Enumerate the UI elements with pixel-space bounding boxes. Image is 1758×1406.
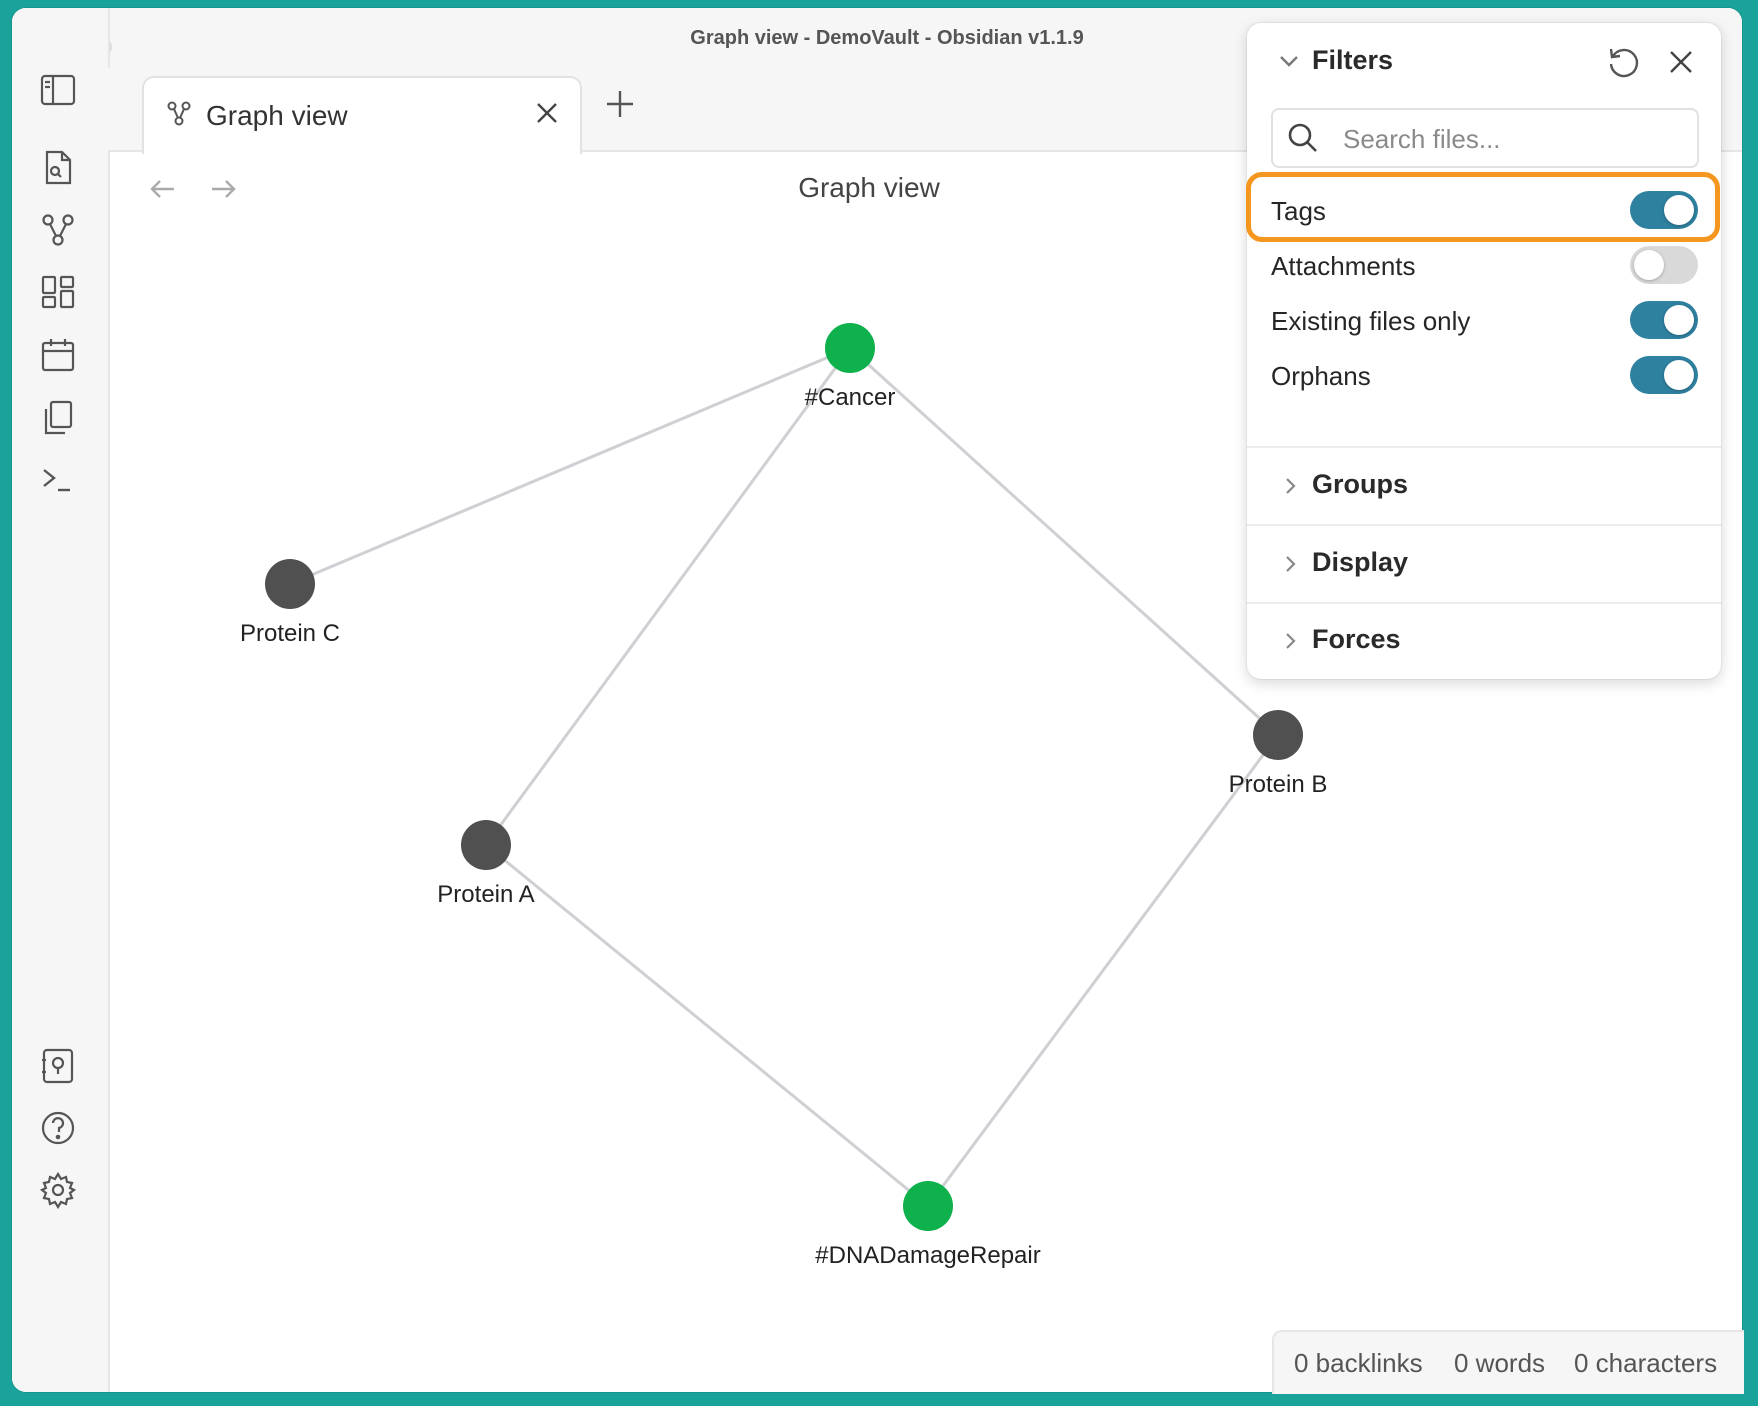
chevron-right-icon bbox=[1279, 630, 1301, 652]
quick-switcher-icon[interactable] bbox=[38, 148, 78, 188]
search-input[interactable] bbox=[1341, 118, 1685, 160]
graph-view-icon[interactable] bbox=[38, 210, 78, 250]
existing-files-label: Existing files only bbox=[1271, 306, 1471, 336]
graph-node-circle[interactable] bbox=[903, 1181, 953, 1231]
daily-note-calendar-icon[interactable] bbox=[38, 335, 78, 375]
sidebar-toggle-icon[interactable] bbox=[38, 70, 78, 110]
word-count: 0 words bbox=[1454, 1348, 1546, 1378]
tags-highlight-annotation bbox=[1246, 172, 1720, 242]
graph-node-circle[interactable] bbox=[461, 820, 511, 870]
graph-node-circle[interactable] bbox=[265, 559, 315, 609]
graph-node-label: Protein C bbox=[240, 620, 340, 647]
orphans-label: Orphans bbox=[1271, 361, 1371, 391]
tab-label: Graph view bbox=[206, 100, 348, 131]
section-label: Forces bbox=[1312, 624, 1401, 654]
attachments-toggle[interactable] bbox=[1630, 246, 1698, 284]
settings-gear-icon[interactable] bbox=[38, 1170, 78, 1210]
section-display[interactable]: Display bbox=[1247, 529, 1721, 599]
existing-files-toggle[interactable] bbox=[1630, 301, 1698, 339]
divider bbox=[1247, 446, 1721, 448]
left-ribbon bbox=[12, 8, 110, 1392]
close-tab-icon[interactable] bbox=[532, 98, 562, 128]
toggle-knob bbox=[1664, 305, 1694, 335]
command-palette-icon[interactable] bbox=[38, 460, 78, 500]
filters-header[interactable]: Filters bbox=[1247, 23, 1721, 93]
graph-node-circle[interactable] bbox=[825, 323, 875, 373]
restore-default-icon[interactable] bbox=[1605, 44, 1641, 80]
graph-icon bbox=[164, 98, 194, 128]
filters-panel: Filters Tags Attachments Existing files … bbox=[1247, 23, 1721, 679]
graph-node-label: Protein B bbox=[1229, 771, 1328, 798]
filter-row-existing-files[interactable]: Existing files only bbox=[1247, 292, 1721, 348]
help-icon[interactable] bbox=[38, 1108, 78, 1148]
character-count: 0 characters bbox=[1574, 1348, 1718, 1378]
section-forces[interactable]: Forces bbox=[1247, 606, 1721, 676]
canvas-icon[interactable] bbox=[38, 272, 78, 312]
divider bbox=[1247, 524, 1721, 526]
chevron-right-icon bbox=[1279, 553, 1301, 575]
tab-graph-view[interactable]: Graph view bbox=[142, 76, 582, 154]
toggle-knob bbox=[1664, 360, 1694, 390]
new-tab-plus-icon[interactable] bbox=[602, 86, 638, 122]
section-groups[interactable]: Groups bbox=[1247, 451, 1721, 521]
toggle-knob bbox=[1634, 250, 1664, 280]
divider bbox=[1247, 602, 1721, 604]
templates-icon[interactable] bbox=[38, 398, 78, 438]
status-bar: 0 backlinks 0 words 0 characters bbox=[1272, 1330, 1744, 1394]
chevron-down-icon[interactable] bbox=[1277, 49, 1301, 73]
filter-row-orphans[interactable]: Orphans bbox=[1247, 347, 1721, 403]
close-icon[interactable] bbox=[1665, 46, 1697, 78]
orphans-toggle[interactable] bbox=[1630, 356, 1698, 394]
graph-node-label: #DNADamageRepair bbox=[815, 1242, 1040, 1269]
filter-row-attachments[interactable]: Attachments bbox=[1247, 237, 1721, 293]
section-label: Groups bbox=[1312, 469, 1409, 499]
filters-title: Filters bbox=[1312, 45, 1394, 75]
section-label: Display bbox=[1312, 547, 1409, 577]
search-icon bbox=[1287, 122, 1319, 154]
vault-switcher-icon[interactable] bbox=[38, 1046, 78, 1086]
attachments-label: Attachments bbox=[1271, 251, 1416, 281]
graph-node-label: #Cancer bbox=[805, 384, 896, 411]
chevron-right-icon bbox=[1279, 475, 1301, 497]
search-files-field[interactable] bbox=[1271, 108, 1699, 168]
graph-node-label: Protein A bbox=[437, 881, 534, 908]
backlinks-count[interactable]: 0 backlinks bbox=[1294, 1348, 1423, 1379]
graph-node-circle[interactable] bbox=[1253, 710, 1303, 760]
